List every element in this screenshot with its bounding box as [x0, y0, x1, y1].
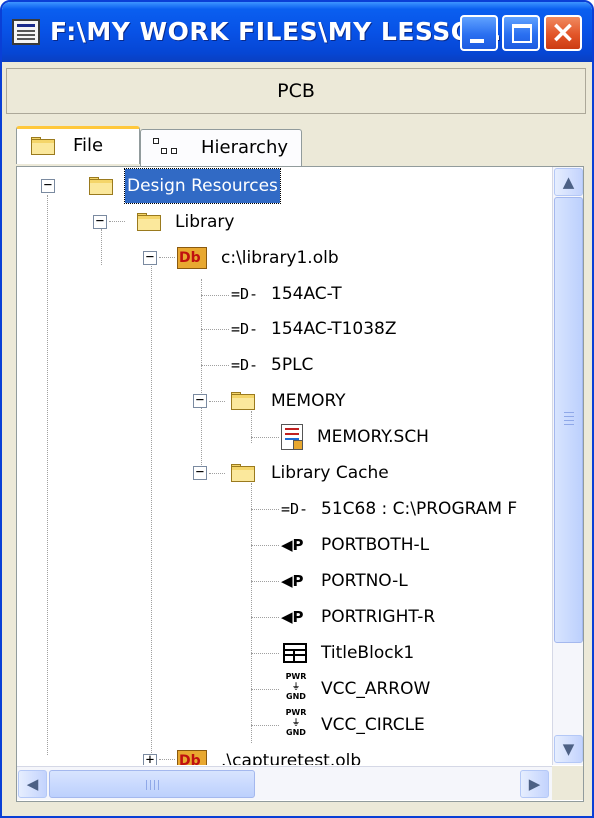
tree-item-label: PORTRIGHT-R — [321, 607, 436, 627]
app-window: F:\MY WORK FILES\MY LESSO... × PCB File … — [0, 0, 594, 818]
maximize-button[interactable] — [502, 15, 540, 51]
tree-item-label: 51C68 : C:\PROGRAM F — [321, 499, 518, 519]
tree-item-cache-part[interactable]: =D- 51C68 : C:\PROGRAM F — [17, 492, 552, 526]
scroll-up-button[interactable]: ▲ — [554, 168, 583, 196]
scroll-right-button[interactable]: ▶ — [520, 770, 549, 798]
tree-item-label: 5PLC — [271, 355, 314, 375]
part-icon: =D- — [281, 500, 309, 518]
library-icon: Db — [177, 748, 211, 765]
tree-item-cache-titleblock[interactable]: TitleBlock1 — [17, 636, 477, 670]
folder-icon — [31, 137, 57, 155]
tree-item-label: c:\library1.olb — [221, 248, 339, 268]
tree-item-label: MEMORY — [271, 391, 346, 411]
vertical-scrollbar[interactable]: ▲ ▼ — [552, 167, 583, 765]
tree-item-label: TitleBlock1 — [321, 643, 415, 663]
tree-item-part[interactable]: =D- 154AC-T — [17, 277, 417, 311]
part-icon: =D- — [231, 285, 259, 303]
collapse-icon[interactable]: − — [41, 178, 55, 193]
close-button[interactable]: × — [544, 15, 582, 51]
hierarchy-icon — [153, 138, 183, 160]
tree-item-label: Library Cache — [271, 463, 389, 483]
collapse-icon[interactable]: − — [193, 465, 207, 480]
design-tree[interactable]: − Design Resources − Library − Db c:\lib… — [17, 167, 552, 765]
tree-item-label: MEMORY.SCH — [317, 427, 429, 447]
collapse-icon[interactable]: − — [143, 250, 157, 265]
tab-hierarchy-label: Hierarchy — [201, 137, 289, 158]
folder-icon — [231, 392, 257, 410]
folder-icon — [137, 213, 163, 231]
window-title: F:\MY WORK FILES\MY LESSO... — [50, 17, 502, 46]
collapse-icon[interactable]: − — [193, 393, 207, 408]
project-header: PCB — [6, 68, 586, 114]
tree-item-design-resources[interactable]: − Design Resources — [17, 168, 337, 204]
resource-panel: − Design Resources − Library − Db c:\lib… — [16, 166, 584, 802]
power-icon: PWR ⏚ GND — [285, 672, 307, 701]
minimize-icon — [470, 39, 484, 43]
tree-item-cache-port[interactable]: ◀P PORTNO-L — [17, 564, 477, 598]
collapse-icon[interactable]: − — [93, 214, 107, 229]
folder-icon — [231, 464, 257, 482]
tree-item-capturetest-olb[interactable]: + Db .\capturetest.olb — [17, 744, 437, 765]
schematic-icon — [281, 424, 303, 450]
title-bar[interactable]: F:\MY WORK FILES\MY LESSO... × — [2, 2, 592, 62]
tree-item-part[interactable]: =D- 5PLC — [17, 348, 417, 382]
part-icon: =D- — [231, 356, 259, 374]
tree-item-label: Design Resources — [124, 168, 281, 204]
maximize-icon — [512, 24, 532, 43]
tab-file-label: File — [73, 135, 104, 156]
power-icon: PWR ⏚ GND — [285, 708, 307, 737]
expand-icon[interactable]: + — [143, 753, 157, 765]
tree-item-part[interactable]: =D- 154AC-T1038Z — [17, 312, 437, 346]
horizontal-scrollbar[interactable]: ◀ ▶ — [17, 766, 552, 800]
tree-item-label: 154AC-T1038Z — [271, 319, 397, 339]
tab-file[interactable]: File — [16, 126, 140, 164]
tree-item-label: .\capturetest.olb — [221, 751, 362, 765]
scrollbar-corner — [552, 766, 583, 800]
part-icon: =D- — [231, 320, 259, 338]
scroll-left-button[interactable]: ◀ — [18, 770, 47, 798]
tree-item-cache-port[interactable]: ◀P PORTRIGHT-R — [17, 600, 497, 634]
scroll-down-button[interactable]: ▼ — [554, 735, 583, 763]
tab-hierarchy[interactable]: Hierarchy — [140, 129, 302, 167]
port-icon: ◀P — [281, 608, 304, 626]
tree-item-label: 154AC-T — [271, 284, 342, 304]
tree-item-library-cache[interactable]: − Library Cache — [17, 456, 437, 490]
tree-item-library1-olb[interactable]: − Db c:\library1.olb — [17, 241, 397, 275]
horizontal-scroll-thumb[interactable] — [49, 770, 255, 798]
title-block-icon — [283, 643, 307, 663]
library-icon: Db — [177, 245, 211, 271]
tree-item-memory-sch[interactable]: MEMORY.SCH — [17, 420, 477, 454]
vertical-scroll-thumb[interactable] — [554, 197, 583, 643]
tree-item-library[interactable]: − Library — [17, 205, 337, 239]
port-icon: ◀P — [281, 572, 304, 590]
tree-item-label: Library — [175, 212, 235, 232]
app-icon[interactable] — [12, 19, 40, 45]
close-icon: × — [550, 15, 576, 50]
tree-item-cache-port[interactable]: ◀P PORTBOTH-L — [17, 528, 477, 562]
tree-item-label: PORTBOTH-L — [321, 535, 430, 555]
port-icon: ◀P — [281, 536, 304, 554]
tree-item-cache-power[interactable]: PWR ⏚ GND VCC_ARROW — [17, 672, 477, 706]
tree-item-label: VCC_CIRCLE — [321, 715, 425, 735]
tree-item-label: PORTNO-L — [321, 571, 408, 591]
tree-item-cache-power[interactable]: PWR ⏚ GND VCC_CIRCLE — [17, 708, 477, 742]
minimize-button[interactable] — [460, 15, 498, 51]
tree-item-label: VCC_ARROW — [321, 679, 431, 699]
tree-item-memory-folder[interactable]: − MEMORY — [17, 384, 417, 418]
folder-icon — [89, 177, 115, 195]
